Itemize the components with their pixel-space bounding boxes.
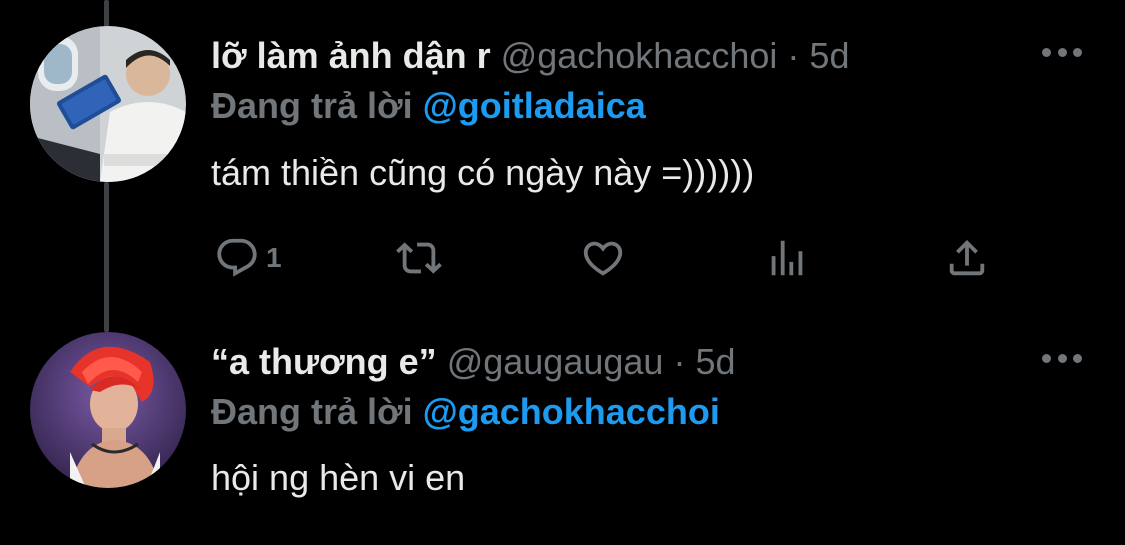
heart-icon [583,241,623,276]
reply-icon [217,238,257,277]
display-name[interactable]: “a thương e” [211,341,437,382]
analytics-icon [771,240,803,276]
reply-prefix: Đang trả lời [211,85,413,126]
tweet-header: lỡ làm ảnh dận r @gachokhacchoi · 5d [211,34,849,78]
separator-dot: · [787,35,800,76]
tweet-text: tám thiền cũng có ngày này =)))))) [211,152,755,193]
user-handle[interactable]: @gachokhacchoi [501,35,778,76]
like-button[interactable] [580,235,626,281]
separator-dot: · [673,341,686,382]
reply-mention-link[interactable]: @goitladaica [423,85,646,126]
more-dots-icon[interactable] [1042,46,1082,58]
thread-line-top [104,0,109,28]
timestamp[interactable]: 5d [809,35,849,76]
retweet-icon [396,242,442,274]
analytics-button[interactable] [764,235,810,281]
reply-prefix: Đang trả lời [211,391,413,432]
tweet-header: “a thương e” @gaugaugau · 5d [211,340,736,384]
reply-count: 1 [266,242,282,273]
reply-button[interactable]: 1 [214,235,282,281]
thread-line [104,182,109,332]
timestamp[interactable]: 5d [695,341,735,382]
more-dots-icon[interactable] [1042,352,1082,364]
avatar[interactable] [30,26,186,182]
retweet-button[interactable] [396,235,442,281]
display-name[interactable]: lỡ làm ảnh dận r [211,35,491,76]
replying-to: Đang trả lời @goitladaica [211,84,646,128]
reply-mention-link[interactable]: @gachokhacchoi [423,391,720,432]
share-button[interactable] [944,235,990,281]
share-icon [949,239,985,276]
replying-to: Đang trả lời @gachokhacchoi [211,390,720,434]
tweet-text: hội ng hèn vi en [211,457,466,498]
user-handle[interactable]: @gaugaugau [447,341,664,382]
avatar[interactable] [30,332,186,488]
